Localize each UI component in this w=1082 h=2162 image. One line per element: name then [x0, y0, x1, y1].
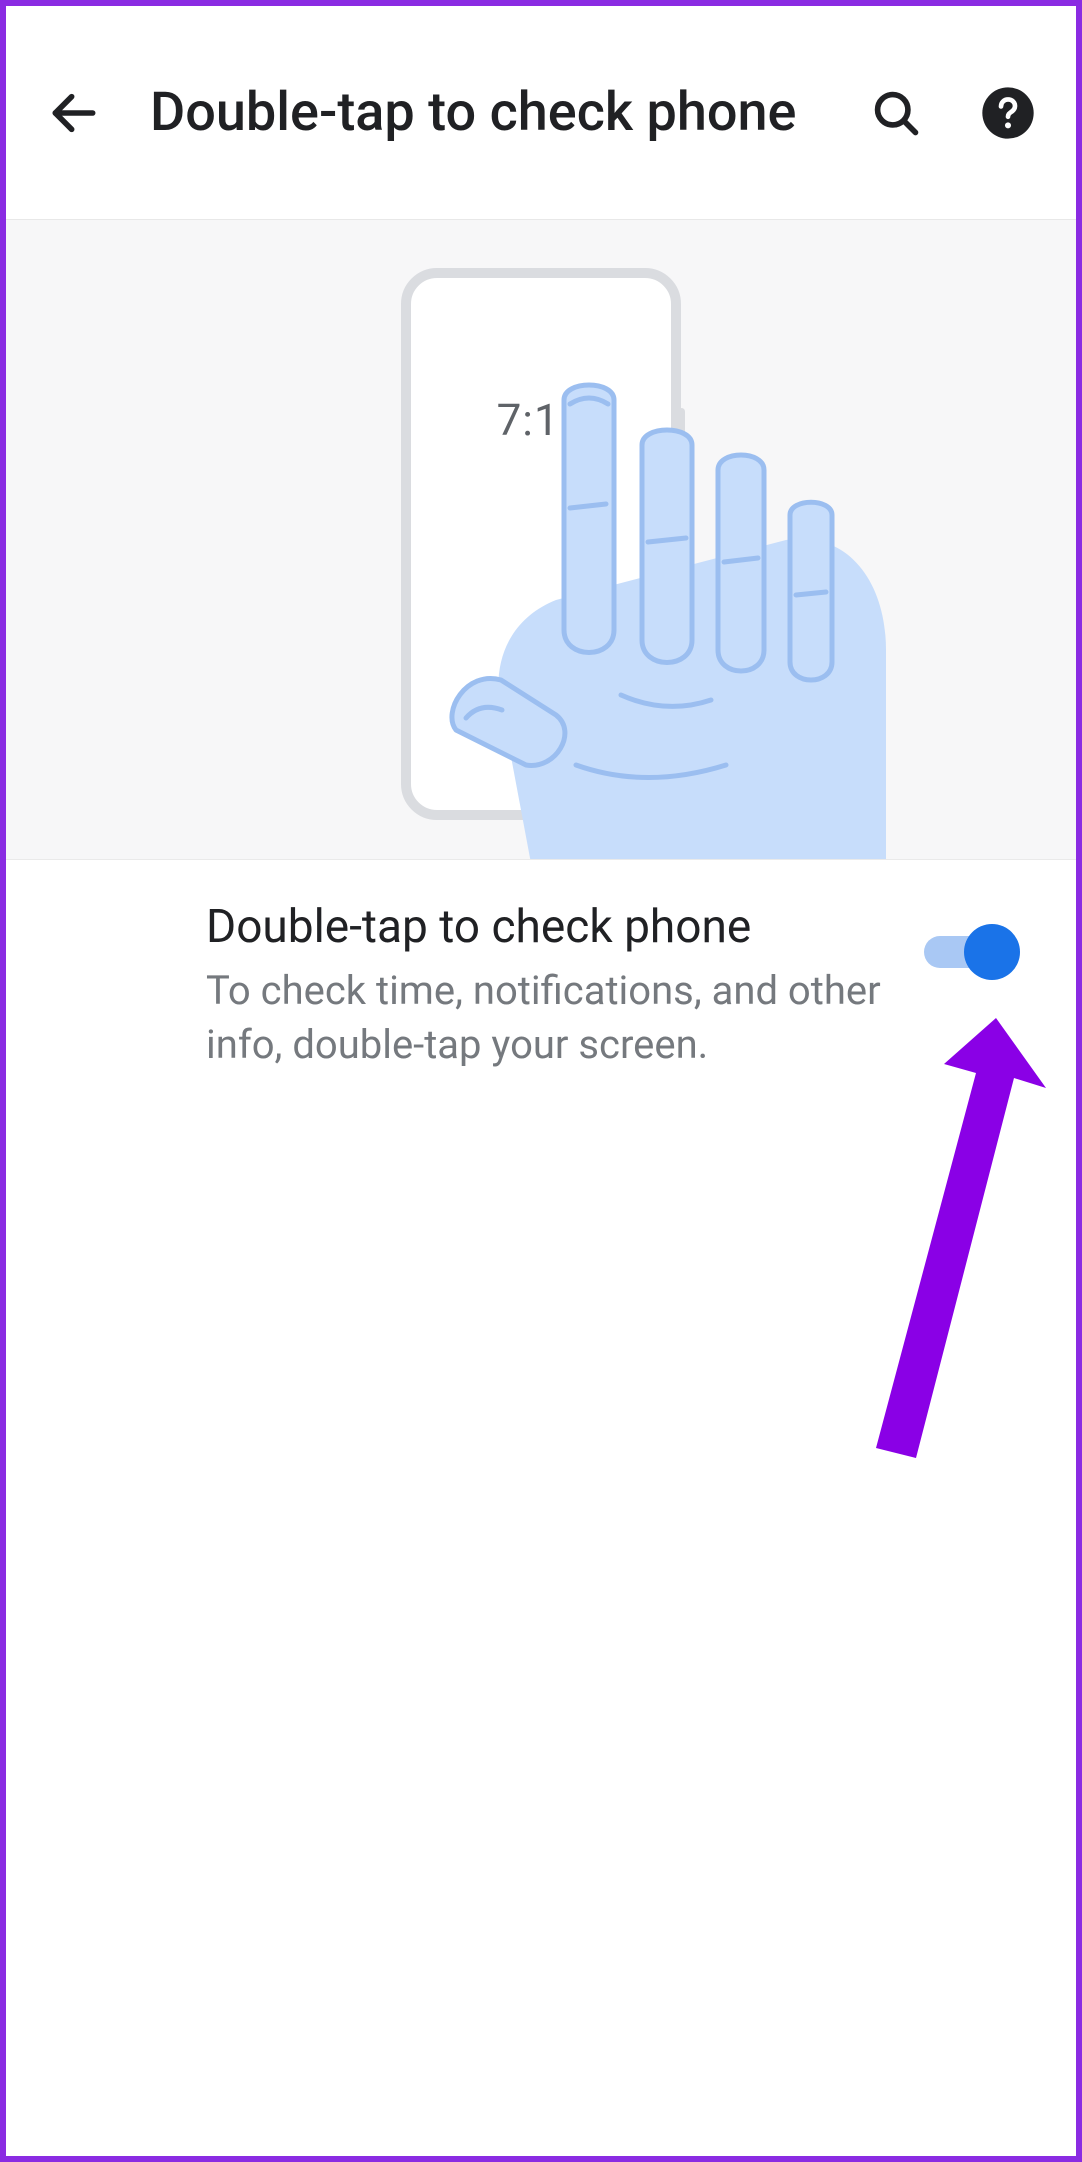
screen-root: Double-tap to check phone 7:15: [0, 0, 1082, 2162]
toggle-thumb: [964, 924, 1020, 980]
setting-text-block: Double-tap to check phone To check time,…: [206, 900, 924, 1072]
page-title: Double-tap to check phone: [150, 81, 820, 144]
help-icon: [980, 85, 1036, 141]
search-icon: [870, 87, 922, 139]
arrow-back-icon: [46, 85, 102, 141]
setting-row-double-tap[interactable]: Double-tap to check phone To check time,…: [6, 860, 1076, 1112]
search-button[interactable]: [860, 77, 932, 149]
setting-description: To check time, notifications, and other …: [206, 964, 892, 1072]
hero-illustration: 7:15: [6, 220, 1076, 860]
illustration-hand-icon: [446, 370, 906, 860]
back-button[interactable]: [38, 77, 110, 149]
help-button[interactable]: [972, 77, 1044, 149]
setting-title: Double-tap to check phone: [206, 900, 892, 954]
setting-toggle[interactable]: [924, 924, 1020, 980]
app-bar: Double-tap to check phone: [6, 6, 1076, 220]
